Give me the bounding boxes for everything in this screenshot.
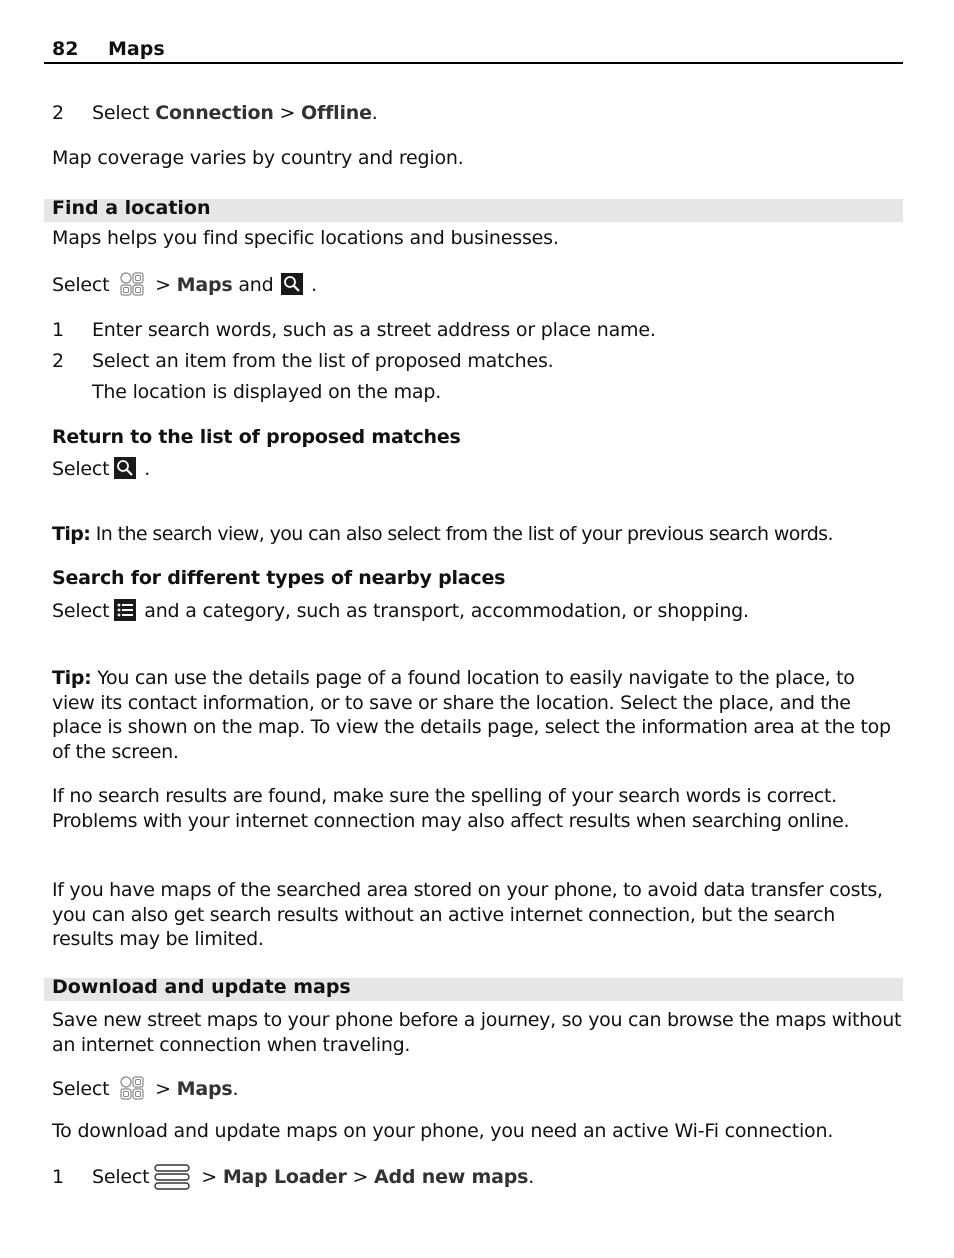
apps-icon — [120, 1076, 144, 1100]
menu-path-maps: Maps — [176, 274, 233, 296]
search-icon — [281, 273, 304, 295]
tip-text: In the search view, you can also select … — [90, 523, 834, 545]
page-header: 82 Maps — [44, 36, 903, 64]
wifi-note: To download and update maps on your phon… — [52, 1120, 834, 1142]
tip-search-history: Tip: In the search view, you can also se… — [52, 523, 834, 545]
text: Select — [52, 458, 110, 480]
tip-label: Tip: — [52, 523, 91, 545]
step-number: 1 — [52, 319, 64, 341]
path-separator: > — [346, 1166, 375, 1188]
menu-path-add-new-maps: Add new maps — [374, 1166, 529, 1188]
section-heading: Find a location — [52, 197, 211, 219]
punct: . — [305, 274, 318, 296]
menu-path-connection: Connection — [155, 102, 274, 124]
punct: . — [232, 1078, 239, 1100]
stored-maps-paragraph: If you have maps of the searched area st… — [52, 879, 883, 950]
text: and a category, such as transport, accom… — [138, 600, 749, 622]
nearby-heading: Search for different types of nearby pla… — [52, 567, 506, 589]
punct: . — [138, 458, 151, 480]
find-step-1: 1 Enter search words, such as a street ad… — [52, 319, 656, 341]
menu-path-offline: Offline — [301, 102, 372, 124]
punct: . — [528, 1166, 535, 1188]
path-separator: > — [273, 102, 302, 124]
menu-path-maps: Maps — [176, 1078, 233, 1100]
path-separator: > — [149, 274, 177, 296]
tip-text: You can use the details page of a found … — [52, 667, 891, 763]
step-text: Enter search words, such as a street add… — [92, 319, 656, 341]
return-select-line: Select . — [52, 457, 150, 480]
step-text: Select an item from the list of proposed… — [92, 350, 554, 372]
find-step-2: 2 Select an item from the list of propose… — [52, 350, 554, 372]
find-select-line: Select > Maps and . — [52, 272, 317, 296]
text: Select — [52, 1078, 110, 1100]
text: Select — [92, 1166, 150, 1188]
step-number: 2 — [52, 102, 64, 124]
download-select-line: Select > Maps. — [52, 1076, 239, 1100]
download-step-1: 1 Select > Map Loader > Add new maps. — [52, 1164, 534, 1190]
no-results-paragraph: If no search results are found, make sur… — [52, 785, 850, 832]
text: and — [232, 274, 280, 296]
list-icon — [114, 599, 137, 621]
text: Select — [52, 274, 110, 296]
chapter-title: Maps — [108, 38, 165, 60]
download-intro: Save new street maps to your phone befor… — [52, 1009, 902, 1056]
search-icon — [114, 457, 137, 479]
punct: . — [371, 102, 378, 124]
menu-path-map-loader: Map Loader — [222, 1166, 347, 1188]
step-text: Select — [92, 102, 150, 124]
return-heading: Return to the list of proposed matches — [52, 426, 461, 448]
section-heading: Download and update maps — [52, 976, 351, 998]
apps-icon — [120, 272, 144, 296]
manual-page: 82 Maps 2 Select Connection > Offline. Ma… — [0, 0, 954, 1258]
path-separator: > — [195, 1166, 223, 1188]
nearby-select-line: Select and a category, such as transport… — [52, 599, 749, 622]
page-number: 82 — [52, 38, 79, 60]
tip-details-page: Tip: You can use the details page of a f… — [52, 666, 902, 764]
menu-icon — [154, 1164, 191, 1190]
step-number: 1 — [52, 1166, 64, 1188]
step-number: 2 — [52, 350, 64, 372]
path-separator: > — [149, 1078, 177, 1100]
section-find-location: Find a location — [44, 197, 903, 222]
find-intro: Maps helps you find specific locations a… — [52, 227, 559, 249]
step-note: The location is displayed on the map. — [92, 381, 442, 403]
tip-label: Tip: — [52, 667, 92, 689]
coverage-note: Map coverage varies by country and regio… — [52, 147, 464, 169]
text: Select — [52, 600, 110, 622]
section-download-maps: Download and update maps — [44, 976, 903, 1001]
step-offline: 2 Select Connection > Offline. — [52, 102, 378, 124]
